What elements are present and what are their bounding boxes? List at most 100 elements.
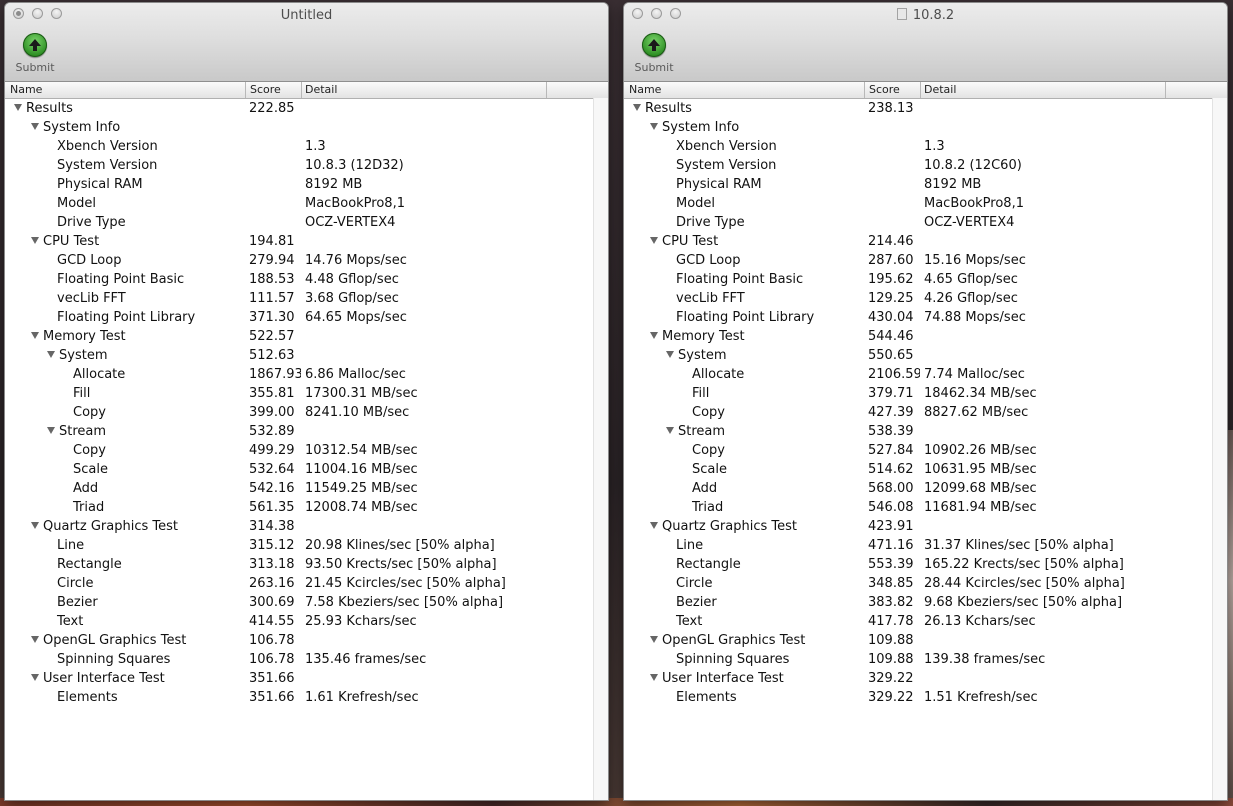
column-header-score[interactable]: Score bbox=[869, 83, 900, 96]
outline-row[interactable]: CPU Test 194.81 bbox=[5, 232, 608, 251]
outline-row[interactable]: GCD Loop 287.60 15.16 Mops/sec bbox=[624, 251, 1227, 270]
submit-button[interactable]: Submit bbox=[633, 33, 675, 74]
disclosure-triangle-icon[interactable] bbox=[31, 332, 39, 339]
outline-row[interactable]: Bezier 383.82 9.68 Kbeziers/sec [50% alpha… bbox=[624, 593, 1227, 612]
outline-row[interactable]: Copy 427.39 8827.62 MB/sec bbox=[624, 403, 1227, 422]
disclosure-triangle-icon[interactable] bbox=[666, 351, 674, 358]
outline-row[interactable]: Line 315.12 20.98 Klines/sec [50% alpha] bbox=[5, 536, 608, 555]
disclosure-triangle-icon[interactable] bbox=[650, 237, 658, 244]
disclosure-triangle-icon[interactable] bbox=[31, 237, 39, 244]
outline-row[interactable]: Text 417.78 26.13 Kchars/sec bbox=[624, 612, 1227, 631]
outline-row[interactable]: Add 542.16 11549.25 MB/sec bbox=[5, 479, 608, 498]
outline-row[interactable]: Physical RAM 8192 MB bbox=[5, 175, 608, 194]
outline-row[interactable]: OpenGL Graphics Test 109.88 bbox=[624, 631, 1227, 650]
outline-row[interactable]: System Version 10.8.3 (12D32) bbox=[5, 156, 608, 175]
outline-row[interactable]: Memory Test 522.57 bbox=[5, 327, 608, 346]
outline-row[interactable]: User Interface Test 329.22 bbox=[624, 669, 1227, 688]
outline-row[interactable]: Xbench Version 1.3 bbox=[5, 137, 608, 156]
submit-button[interactable]: Submit bbox=[14, 33, 56, 74]
outline-row[interactable]: vecLib FFT 129.25 4.26 Gflop/sec bbox=[624, 289, 1227, 308]
disclosure-triangle-icon[interactable] bbox=[650, 522, 658, 529]
outline-row[interactable]: System Info bbox=[5, 118, 608, 137]
disclosure-triangle-icon[interactable] bbox=[31, 522, 39, 529]
outline-row[interactable]: Elements 329.22 1.51 Krefresh/sec bbox=[624, 688, 1227, 707]
disclosure-triangle-icon[interactable] bbox=[633, 104, 641, 111]
outline-row[interactable]: Physical RAM 8192 MB bbox=[624, 175, 1227, 194]
row-score: 2106.59 bbox=[868, 367, 920, 382]
outline-row[interactable]: Copy 499.29 10312.54 MB/sec bbox=[5, 441, 608, 460]
disclosure-triangle-icon[interactable] bbox=[47, 427, 55, 434]
disclosure-triangle-icon[interactable] bbox=[14, 104, 22, 111]
column-header-score[interactable]: Score bbox=[250, 83, 281, 96]
outline-row[interactable]: Results 238.13 bbox=[624, 99, 1227, 118]
column-header-name[interactable]: Name bbox=[10, 83, 42, 96]
outline-row[interactable]: Model MacBookPro8,1 bbox=[624, 194, 1227, 213]
outline-row[interactable]: vecLib FFT 111.57 3.68 Gflop/sec bbox=[5, 289, 608, 308]
row-name-text: Fill bbox=[692, 386, 710, 401]
outline-row[interactable]: Quartz Graphics Test 314.38 bbox=[5, 517, 608, 536]
outline-row[interactable]: Text 414.55 25.93 Kchars/sec bbox=[5, 612, 608, 631]
outline-row[interactable]: Allocate 2106.59 7.74 Malloc/sec bbox=[624, 365, 1227, 384]
outline-row[interactable]: CPU Test 214.46 bbox=[624, 232, 1227, 251]
outline-row[interactable]: Rectangle 553.39 165.22 Krects/sec [50% al… bbox=[624, 555, 1227, 574]
disclosure-triangle-icon[interactable] bbox=[666, 427, 674, 434]
row-name: GCD Loop bbox=[676, 251, 740, 270]
outline-row[interactable]: User Interface Test 351.66 bbox=[5, 669, 608, 688]
outline-row[interactable]: Drive Type OCZ-VERTEX4 bbox=[5, 213, 608, 232]
outline-row[interactable]: Bezier 300.69 7.58 Kbeziers/sec [50% alpha… bbox=[5, 593, 608, 612]
disclosure-triangle-icon[interactable] bbox=[650, 332, 658, 339]
outline-row[interactable]: Allocate 1867.93 6.86 Malloc/sec bbox=[5, 365, 608, 384]
outline-row[interactable]: Spinning Squares 109.88 139.38 frames/sec bbox=[624, 650, 1227, 669]
vertical-scrollbar[interactable] bbox=[593, 98, 608, 800]
column-header-detail[interactable]: Detail bbox=[924, 83, 956, 96]
outline-row[interactable]: Circle 263.16 21.45 Kcircles/sec [50% alph… bbox=[5, 574, 608, 593]
outline-row[interactable]: System 512.63 bbox=[5, 346, 608, 365]
outline-row[interactable]: Scale 514.62 10631.95 MB/sec bbox=[624, 460, 1227, 479]
column-header-detail[interactable]: Detail bbox=[305, 83, 337, 96]
outline-row[interactable]: Line 471.16 31.37 Klines/sec [50% alpha] bbox=[624, 536, 1227, 555]
outline-row[interactable]: Memory Test 544.46 bbox=[624, 327, 1227, 346]
outline-row[interactable]: System Info bbox=[624, 118, 1227, 137]
row-detail: 20.98 Klines/sec [50% alpha] bbox=[305, 538, 495, 553]
outline-row[interactable]: System Version 10.8.2 (12C60) bbox=[624, 156, 1227, 175]
outline-row[interactable]: Triad 561.35 12008.74 MB/sec bbox=[5, 498, 608, 517]
outline-row[interactable]: Rectangle 313.18 93.50 Krects/sec [50% alp… bbox=[5, 555, 608, 574]
disclosure-triangle-icon[interactable] bbox=[650, 674, 658, 681]
outline-row[interactable]: Drive Type OCZ-VERTEX4 bbox=[624, 213, 1227, 232]
outline-row[interactable]: Fill 379.71 18462.34 MB/sec bbox=[624, 384, 1227, 403]
outline-row[interactable]: Xbench Version 1.3 bbox=[624, 137, 1227, 156]
outline-row[interactable]: Fill 355.81 17300.31 MB/sec bbox=[5, 384, 608, 403]
outline-row[interactable]: Add 568.00 12099.68 MB/sec bbox=[624, 479, 1227, 498]
column-header-name[interactable]: Name bbox=[629, 83, 661, 96]
row-name: System Info bbox=[31, 118, 120, 137]
outline-row[interactable]: Circle 348.85 28.44 Kcircles/sec [50% alph… bbox=[624, 574, 1227, 593]
outline-row[interactable]: Floating Point Library 430.04 74.88 Mops/s… bbox=[624, 308, 1227, 327]
outline-row[interactable]: Model MacBookPro8,1 bbox=[5, 194, 608, 213]
disclosure-triangle-icon[interactable] bbox=[650, 123, 658, 130]
row-score: 471.16 bbox=[868, 538, 914, 553]
disclosure-triangle-icon[interactable] bbox=[47, 351, 55, 358]
outline-row[interactable]: Copy 527.84 10902.26 MB/sec bbox=[624, 441, 1227, 460]
row-name-text: Xbench Version bbox=[57, 139, 158, 154]
outline-row[interactable]: System 550.65 bbox=[624, 346, 1227, 365]
outline-row[interactable]: Floating Point Library 371.30 64.65 Mops/s… bbox=[5, 308, 608, 327]
outline-row[interactable]: Stream 532.89 bbox=[5, 422, 608, 441]
outline-row[interactable]: Stream 538.39 bbox=[624, 422, 1227, 441]
outline-row[interactable]: Spinning Squares 106.78 135.46 frames/sec bbox=[5, 650, 608, 669]
row-detail: 135.46 frames/sec bbox=[305, 652, 427, 667]
outline-row[interactable]: Scale 532.64 11004.16 MB/sec bbox=[5, 460, 608, 479]
outline-row[interactable]: OpenGL Graphics Test 106.78 bbox=[5, 631, 608, 650]
disclosure-triangle-icon[interactable] bbox=[31, 636, 39, 643]
outline-row[interactable]: Floating Point Basic 188.53 4.48 Gflop/sec bbox=[5, 270, 608, 289]
outline-row[interactable]: Elements 351.66 1.61 Krefresh/sec bbox=[5, 688, 608, 707]
outline-row[interactable]: Results 222.85 bbox=[5, 99, 608, 118]
outline-row[interactable]: GCD Loop 279.94 14.76 Mops/sec bbox=[5, 251, 608, 270]
outline-row[interactable]: Floating Point Basic 195.62 4.65 Gflop/sec bbox=[624, 270, 1227, 289]
disclosure-triangle-icon[interactable] bbox=[31, 674, 39, 681]
outline-row[interactable]: Triad 546.08 11681.94 MB/sec bbox=[624, 498, 1227, 517]
vertical-scrollbar[interactable] bbox=[1212, 98, 1227, 800]
disclosure-triangle-icon[interactable] bbox=[650, 636, 658, 643]
outline-row[interactable]: Copy 399.00 8241.10 MB/sec bbox=[5, 403, 608, 422]
disclosure-triangle-icon[interactable] bbox=[31, 123, 39, 130]
outline-row[interactable]: Quartz Graphics Test 423.91 bbox=[624, 517, 1227, 536]
